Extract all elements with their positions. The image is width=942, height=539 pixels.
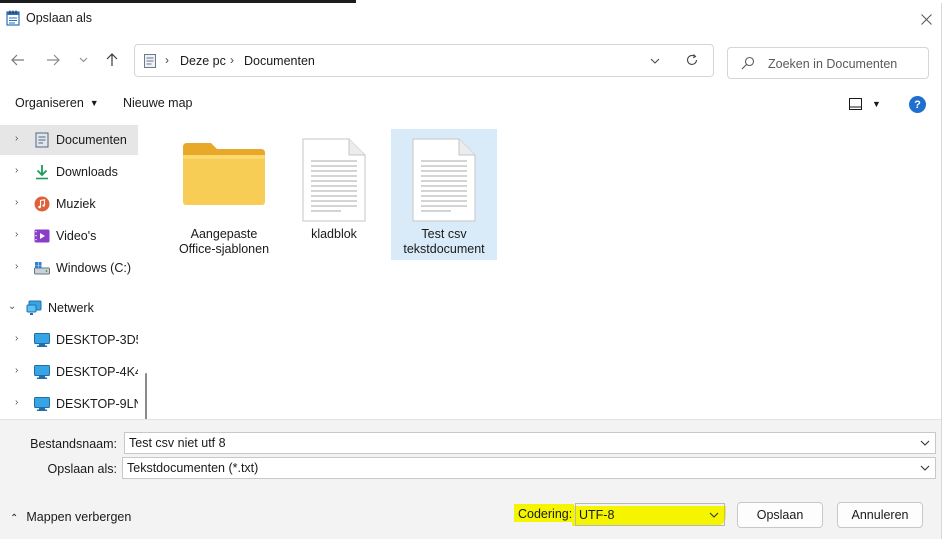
file-name: Test csv [421,227,467,241]
sidebar-item-label: Downloads [56,165,118,179]
window-title: Opslaan als [26,11,93,25]
address-bar[interactable]: › Deze pc › Documenten [134,44,714,77]
savetype-label: Opslaan als: [47,462,117,476]
download-icon [36,165,48,180]
drive-icon [34,262,50,275]
music-icon [34,196,50,212]
file-item-selected[interactable]: Test csv tekstdocument [391,129,497,260]
savetype-value: Tekstdocumenten (*.txt) [127,461,259,475]
cancel-button[interactable]: Annuleren [837,502,923,528]
encoding-value: UTF-8 [579,508,615,522]
video-icon [34,229,50,243]
breadcrumb-deze-pc[interactable]: Deze pc [180,54,226,68]
recent-locations-button[interactable] [70,47,96,73]
search-placeholder: Zoeken in Documenten [768,57,898,71]
folder-icon [183,143,265,205]
text-file-icon [302,138,366,222]
chevron-down-icon[interactable] [920,463,930,473]
text-file-icon [412,138,476,222]
encoding-label: Codering: [518,507,573,521]
sidebar-item-label: DESKTOP-9LNJ [56,397,138,411]
help-icon[interactable]: ? [909,96,926,113]
sidebar-item-documenten[interactable]: › Documenten [0,125,138,155]
chevron-right-icon[interactable]: › [15,133,18,144]
file-item[interactable]: kladblok [281,129,387,260]
forward-button[interactable] [40,47,66,73]
arrow-up-icon [106,53,118,66]
filename-input[interactable]: Test csv niet utf 8 [124,432,936,454]
chevron-right-icon[interactable]: › [15,197,18,208]
hide-folders-button[interactable]: ⌃ Mappen verbergen [10,510,131,524]
new-folder-button[interactable]: Nieuwe map [123,96,192,110]
back-button[interactable] [5,47,31,73]
notepad-icon [6,10,20,26]
savetype-select[interactable]: Tekstdocumenten (*.txt) [122,457,936,479]
chevron-right-icon[interactable]: › [15,261,18,272]
sidebar-item-label: Windows (C:) [56,261,132,275]
up-button[interactable] [99,47,125,73]
view-pane-icon[interactable] [849,98,862,110]
sidebar-item-desktop-3d5d[interactable]: › DESKTOP-3D5D [0,325,138,355]
chevron-down-icon[interactable] [709,510,719,520]
file-name: kladblok [311,227,357,241]
computer-icon [34,333,50,347]
sidebar-item-downloads[interactable]: › Downloads [0,157,138,187]
search-box[interactable]: Zoeken in Documenten [727,47,929,79]
arrow-right-icon [47,54,60,66]
filename-value: Test csv niet utf 8 [129,436,226,450]
document-location-icon [144,54,156,68]
file-name: Office-sjablonen [178,242,270,256]
filename-label: Bestandsnaam: [30,437,117,451]
chevron-down-icon[interactable] [650,54,660,68]
organize-button[interactable]: Organiseren ▼ [15,96,99,110]
save-options-panel: Bestandsnaam: Test csv niet utf 8 Opslaa… [0,419,941,539]
breadcrumb-separator: › [230,53,234,67]
chevron-right-icon[interactable]: › [15,397,18,408]
close-icon [920,13,932,25]
save-button[interactable]: Opslaan [737,502,823,528]
chevron-right-icon[interactable]: › [15,229,18,240]
sidebar-item-label: Netwerk [48,301,94,315]
title-bar: Opslaan als [0,3,942,33]
sidebar-item-label: Video's [56,229,97,243]
chevron-down-icon[interactable] [920,438,930,448]
network-icon [26,300,42,315]
refresh-icon[interactable] [685,53,699,67]
file-list: Aangepaste Office-sjablonen kladblok Tes… [153,123,941,419]
chevron-down-icon[interactable]: ⌄ [8,301,16,312]
organize-label: Organiseren [15,96,84,110]
breadcrumb-separator: › [165,53,169,67]
close-button[interactable] [914,8,938,30]
sidebar-item-label: DESKTOP-3D5D [56,333,138,347]
sidebar-item-label: DESKTOP-4K48 [56,365,138,379]
computer-icon [34,397,50,411]
computer-icon [34,365,50,379]
save-as-dialog: Opslaan als › Deze pc › Documenten Zoeke… [0,3,942,539]
sidebar-item-label: Muziek [56,197,96,211]
sidebar-item-videos[interactable]: › Video's [0,221,138,251]
sidebar-item-windows-c[interactable]: › Windows (C:) [0,253,138,283]
arrow-left-icon [11,54,24,66]
navigation-pane: › Documenten › Downloads › Muziek › Vide… [0,123,152,449]
sidebar-item-desktop-4k48[interactable]: › DESKTOP-4K48 [0,357,138,387]
view-options-caret-icon[interactable]: ▼ [872,99,881,109]
hide-folders-label: Mappen verbergen [26,510,132,524]
sidebar-item-desktop-9lnj[interactable]: › DESKTOP-9LNJ [0,389,138,419]
file-name: Aangepaste [190,227,258,241]
chevron-down-icon [79,57,87,63]
chevron-down-icon: ▼ [89,98,99,108]
encoding-select[interactable]: UTF-8 [575,503,725,526]
sidebar-item-label: Documenten [56,133,127,147]
sidebar-item-muziek[interactable]: › Muziek [0,189,138,219]
folder-item[interactable]: Aangepaste Office-sjablonen [171,129,277,260]
documents-icon [35,132,49,148]
chevron-up-icon: ⌃ [10,513,19,524]
sidebar-item-netwerk[interactable]: ⌄ Netwerk [0,293,138,323]
chevron-right-icon[interactable]: › [15,333,18,344]
chevron-right-icon[interactable]: › [15,365,18,376]
file-name: tekstdocument [403,242,485,256]
search-icon [741,56,755,70]
breadcrumb-documenten[interactable]: Documenten [244,54,315,68]
chevron-right-icon[interactable]: › [15,165,18,176]
